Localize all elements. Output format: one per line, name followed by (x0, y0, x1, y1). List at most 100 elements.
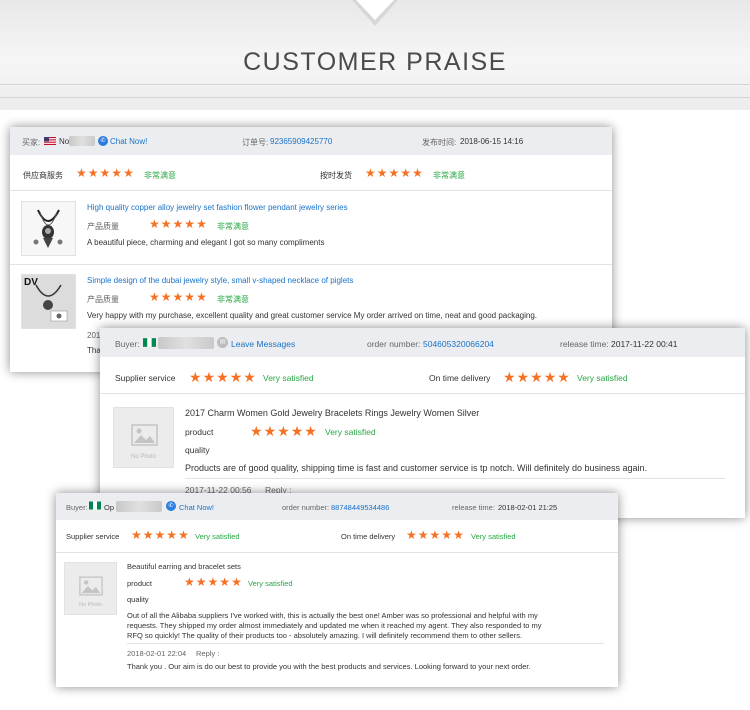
buyer-name: Op (104, 503, 115, 512)
star-icon: ★ (557, 369, 570, 385)
order-number-link[interactable]: 88748449534486 (331, 503, 389, 512)
time-label: 发布时间: (422, 138, 457, 147)
star-icon: ★ (429, 528, 441, 542)
star-icon: ★ (388, 166, 400, 180)
chat-icon[interactable]: ✆ (98, 136, 108, 146)
nigeria-flag-icon (143, 338, 156, 347)
banner-rule-bottom (0, 97, 750, 98)
image-placeholder-icon (131, 424, 158, 446)
star-icon: ★ (453, 528, 464, 542)
delivery-label: On time delivery (341, 532, 396, 541)
order-label: order number: (282, 503, 330, 512)
divider (10, 264, 612, 265)
nigeria-flag-icon (89, 501, 101, 510)
star-icon: ★ (172, 290, 184, 304)
review-header: Buyer: Op ✆ Chat Now! order number: 8874… (56, 493, 618, 520)
star-icon: ★ (189, 369, 202, 385)
supplier-rating-text: Very satisfied (263, 373, 314, 383)
star-icon: ★ (243, 369, 256, 385)
delivery-label: On time delivery (429, 373, 491, 383)
chat-now-link[interactable]: Chat Now! (110, 137, 147, 146)
star-icon: ★ (229, 369, 243, 385)
star-icon: ★ (195, 575, 207, 589)
product-image-placeholder[interactable]: No Photo (64, 562, 117, 615)
star-icon: ★ (166, 528, 178, 542)
supplier-service-label: 供应商服务 (23, 171, 63, 180)
star-icon: ★ (87, 166, 99, 180)
star-icon: ★ (142, 528, 154, 542)
product-image-placeholder[interactable]: No Photo (113, 407, 174, 468)
quality-label: quality (185, 445, 210, 455)
time-label: release time: (560, 339, 609, 349)
star-icon: ★ (160, 290, 172, 304)
supplier-rating-stars: ★ ★ ★ ★ ★ (131, 529, 189, 541)
star-icon: ★ (441, 528, 453, 542)
quality-rating-stars: ★ ★ ★ ★ ★ (250, 424, 317, 438)
star-icon: ★ (412, 166, 423, 180)
leave-messages-link[interactable]: Leave Messages (231, 339, 295, 349)
star-icon: ★ (160, 217, 172, 231)
buyer-name-blur (116, 501, 162, 512)
delivery-rating-stars: ★ ★ ★ ★ ★ (503, 370, 570, 384)
star-icon: ★ (365, 166, 376, 180)
delivery-rating-text: Very satisfied (577, 373, 628, 383)
star-icon: ★ (76, 166, 87, 180)
star-icon: ★ (400, 166, 412, 180)
star-icon: ★ (406, 528, 417, 542)
order-number-link[interactable]: 92365909425770 (270, 137, 332, 146)
review-header: 买家: No ✆ Chat Now! 订单号: 92365909425770 发… (10, 127, 612, 155)
star-icon: ★ (184, 217, 196, 231)
buyer-name-blur (69, 136, 95, 146)
buyer-label: Buyer: (115, 339, 140, 349)
quality-rating-text: 非常满意 (217, 222, 249, 231)
product-title-link[interactable]: High quality copper alloy jewelry set fa… (87, 203, 348, 212)
product-image[interactable]: DV (21, 274, 76, 329)
divider (56, 552, 618, 553)
banner-rule-top (0, 84, 750, 85)
reply-date: 201 (87, 331, 101, 340)
star-icon: ★ (149, 290, 160, 304)
chat-icon[interactable]: ✆ (166, 501, 176, 511)
chat-now-link[interactable]: Chat Now! (179, 503, 214, 512)
star-icon: ★ (196, 290, 207, 304)
release-time: 2018-02-01 21:25 (498, 503, 558, 512)
quality-label: 产品质量 (87, 295, 119, 304)
product-title-link[interactable]: Simple design of the dubai jewelry style… (87, 276, 353, 285)
review-comment: Very happy with my purchase, excellent q… (87, 311, 538, 320)
divider (10, 190, 612, 191)
image-placeholder-icon (79, 576, 103, 596)
time-label: release time: (452, 503, 495, 512)
star-icon: ★ (123, 166, 134, 180)
star-icon: ★ (263, 423, 277, 439)
buyer-label: 买家: (22, 138, 41, 147)
star-icon: ★ (290, 423, 304, 439)
buyer-name: No (59, 137, 70, 146)
praise-banner: CUSTOMER PRAISE (0, 0, 750, 110)
star-icon: ★ (178, 528, 189, 542)
star-icon: ★ (216, 369, 229, 385)
quality-rating-text: 非常满意 (217, 295, 249, 304)
review-card-3: Buyer: Op ✆ Chat Now! order number: 8874… (56, 493, 618, 687)
quality-rating-text: Very satisfied (248, 579, 293, 588)
star-icon: ★ (277, 423, 290, 439)
star-icon: ★ (417, 528, 429, 542)
reply-label: Reply : (196, 649, 220, 658)
star-icon: ★ (149, 217, 160, 231)
divider (100, 393, 745, 394)
product-image[interactable] (21, 201, 76, 256)
quality-rating-stars: ★ ★ ★ ★ ★ (184, 576, 242, 588)
message-icon[interactable]: ✉ (217, 337, 228, 348)
star-icon: ★ (503, 369, 516, 385)
reply-date: 2018-02-01 22:04 (127, 649, 187, 658)
order-number-link[interactable]: 504605320066204 (423, 339, 494, 349)
order-label: 订单号: (242, 138, 269, 147)
star-icon: ★ (131, 528, 142, 542)
buyer-name-blur (158, 337, 214, 349)
page-title: CUSTOMER PRAISE (243, 48, 507, 76)
supplier-service-label: Supplier service (115, 373, 176, 383)
supplier-rating-text: 非常满意 (144, 171, 176, 180)
star-icon: ★ (184, 575, 195, 589)
star-icon: ★ (530, 369, 543, 385)
star-icon: ★ (202, 369, 216, 385)
star-icon: ★ (376, 166, 388, 180)
